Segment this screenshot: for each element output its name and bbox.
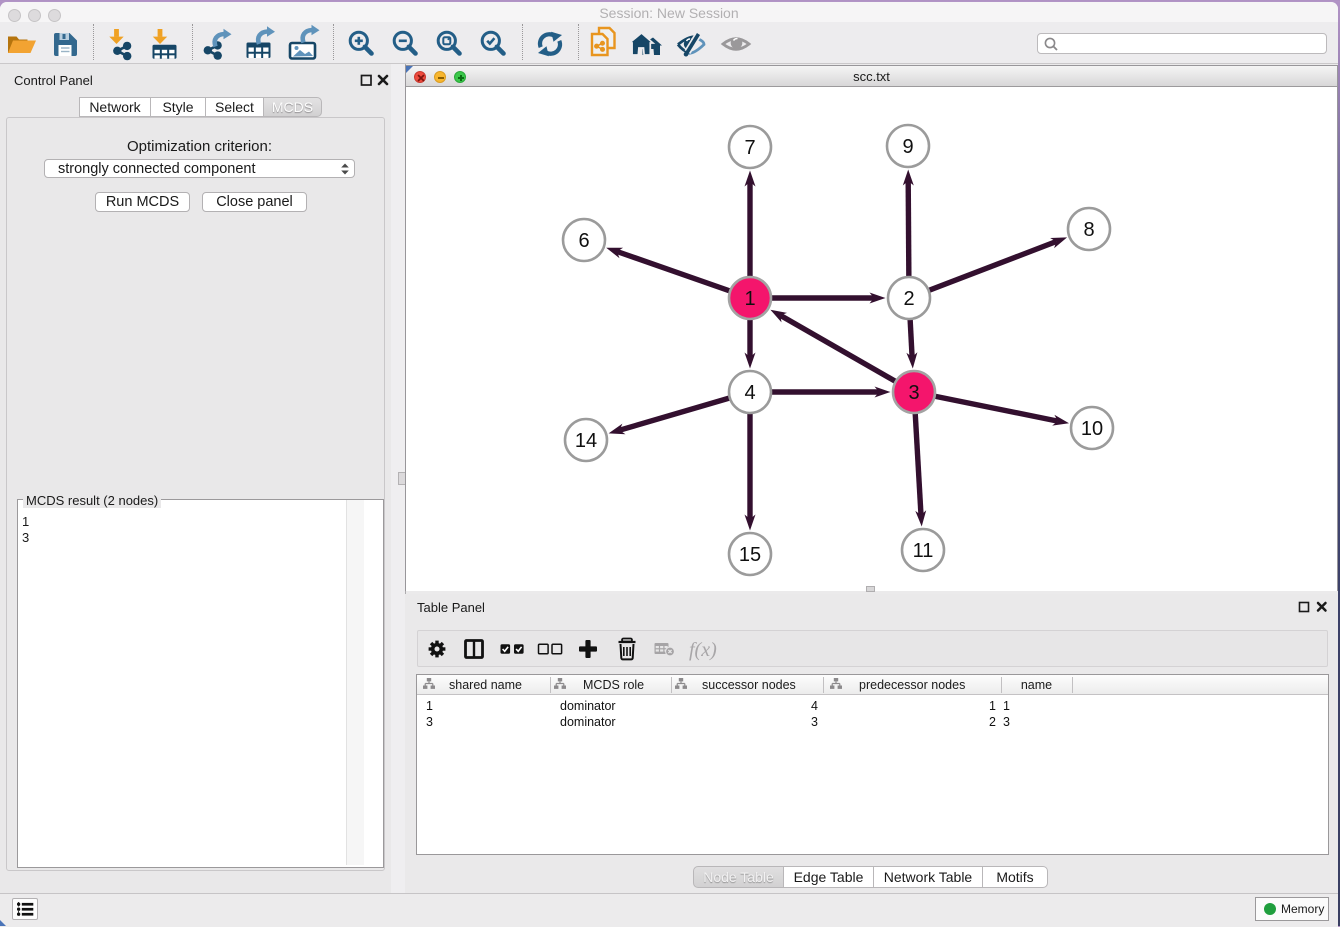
svg-text:14: 14: [575, 430, 597, 452]
svg-text:3: 3: [908, 382, 919, 404]
svg-text:9: 9: [902, 136, 913, 158]
svg-text:1: 1: [744, 288, 755, 310]
svg-text:4: 4: [744, 382, 755, 404]
svg-text:2: 2: [903, 288, 914, 310]
svg-text:10: 10: [1081, 418, 1103, 440]
svg-text:7: 7: [744, 137, 755, 159]
svg-text:11: 11: [913, 540, 934, 562]
svg-text:8: 8: [1083, 219, 1094, 241]
svg-text:6: 6: [578, 230, 589, 252]
svg-text:15: 15: [739, 544, 761, 566]
svg-text:f(x): f(x): [689, 639, 717, 661]
